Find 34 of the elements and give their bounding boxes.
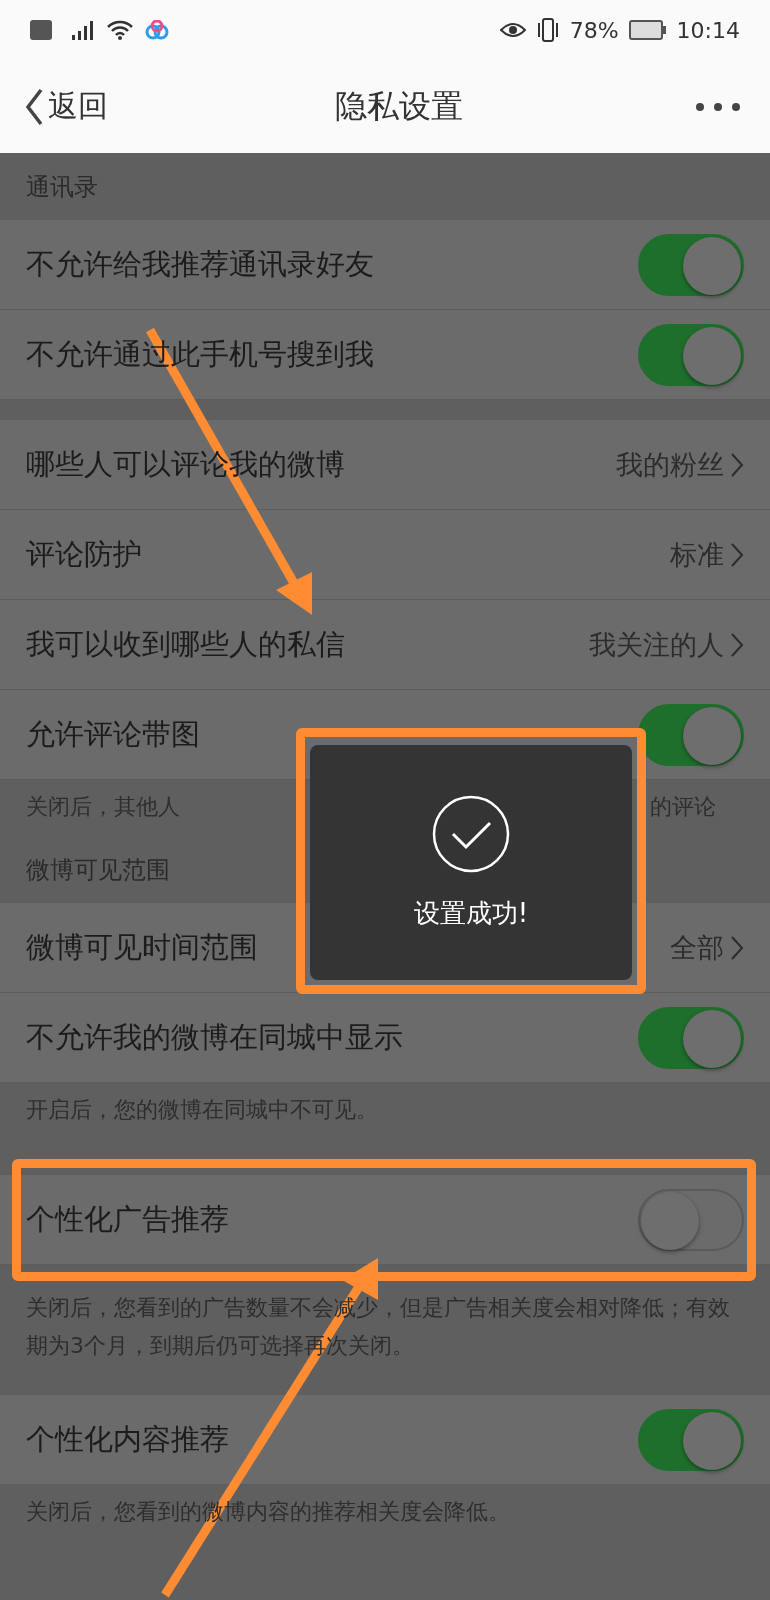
chevron-icon (730, 631, 744, 658)
chevron-icon (730, 934, 744, 961)
row-label: 个性化内容推荐 (26, 1420, 229, 1458)
toggle-switch[interactable] (638, 233, 744, 296)
vibrate-icon (535, 17, 560, 43)
check-icon (431, 794, 511, 874)
toggle-switch[interactable] (638, 1188, 744, 1251)
row-label: 不允许我的微博在同城中显示 (26, 1018, 403, 1056)
row-label: 不允许给我推荐通讯录好友 (26, 245, 374, 283)
toggle-switch[interactable] (638, 703, 744, 766)
toggle-switch[interactable] (638, 1006, 744, 1069)
toast-message: 设置成功! (413, 897, 529, 930)
toggle-switch[interactable] (638, 1408, 744, 1471)
wifi-icon (106, 19, 134, 41)
clock: 10:14 (676, 17, 740, 43)
row-label: 我可以收到哪些人的私信 (26, 625, 345, 663)
chevron-icon (730, 541, 744, 568)
back-chevron-icon (24, 86, 44, 127)
back-button[interactable]: 返回 (24, 86, 108, 127)
cloud-icon (144, 20, 170, 40)
toggle-switch[interactable] (638, 323, 744, 386)
row-value[interactable]: 我关注的人 (589, 626, 744, 663)
page-title: 隐私设置 (335, 85, 463, 127)
row-value[interactable]: 全部 (670, 929, 744, 966)
row-label: 微博可见时间范围 (26, 928, 258, 966)
row-value[interactable]: 标准 (670, 536, 744, 573)
row-label: 个性化广告推荐 (26, 1200, 229, 1238)
battery-icon (628, 20, 667, 40)
battery-percent: 78% (569, 17, 619, 43)
row-value[interactable]: 我的粉丝 (616, 446, 744, 483)
row-label: 评论防护 (26, 535, 142, 573)
row-label: 允许评论带图 (26, 715, 200, 753)
eye-icon (499, 21, 526, 39)
chevron-icon (730, 451, 744, 478)
